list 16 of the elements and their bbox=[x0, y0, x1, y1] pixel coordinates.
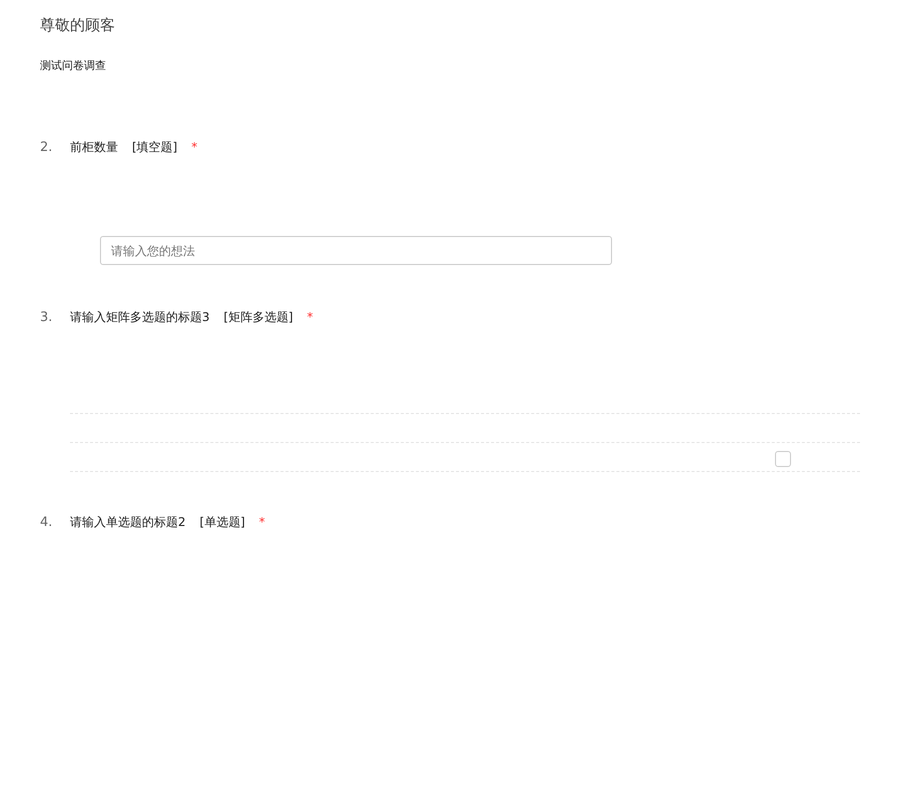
required-mark: * bbox=[259, 515, 266, 529]
question-type: [单选题] bbox=[200, 514, 246, 530]
question-type: [填空题] bbox=[132, 138, 178, 156]
greeting-title: 尊敬的顾客 bbox=[40, 16, 116, 36]
required-mark: * bbox=[191, 140, 198, 154]
answer-field[interactable]: 请输入您的想法 bbox=[100, 236, 612, 265]
question-number: 3. bbox=[40, 310, 54, 324]
survey-subtitle: 测试问卷调查 bbox=[40, 58, 107, 73]
question-number: 2. bbox=[40, 140, 54, 154]
question-title: 请输入单选题的标题2 bbox=[70, 514, 186, 530]
question-title: 前柜数量 bbox=[70, 138, 118, 156]
checkbox[interactable] bbox=[775, 451, 791, 467]
question-title: 请输入矩阵多选题的标题3 bbox=[70, 308, 210, 326]
required-mark: * bbox=[307, 310, 314, 324]
question-number: 4. bbox=[40, 514, 54, 530]
question-type: [矩阵多选题] bbox=[224, 308, 294, 326]
